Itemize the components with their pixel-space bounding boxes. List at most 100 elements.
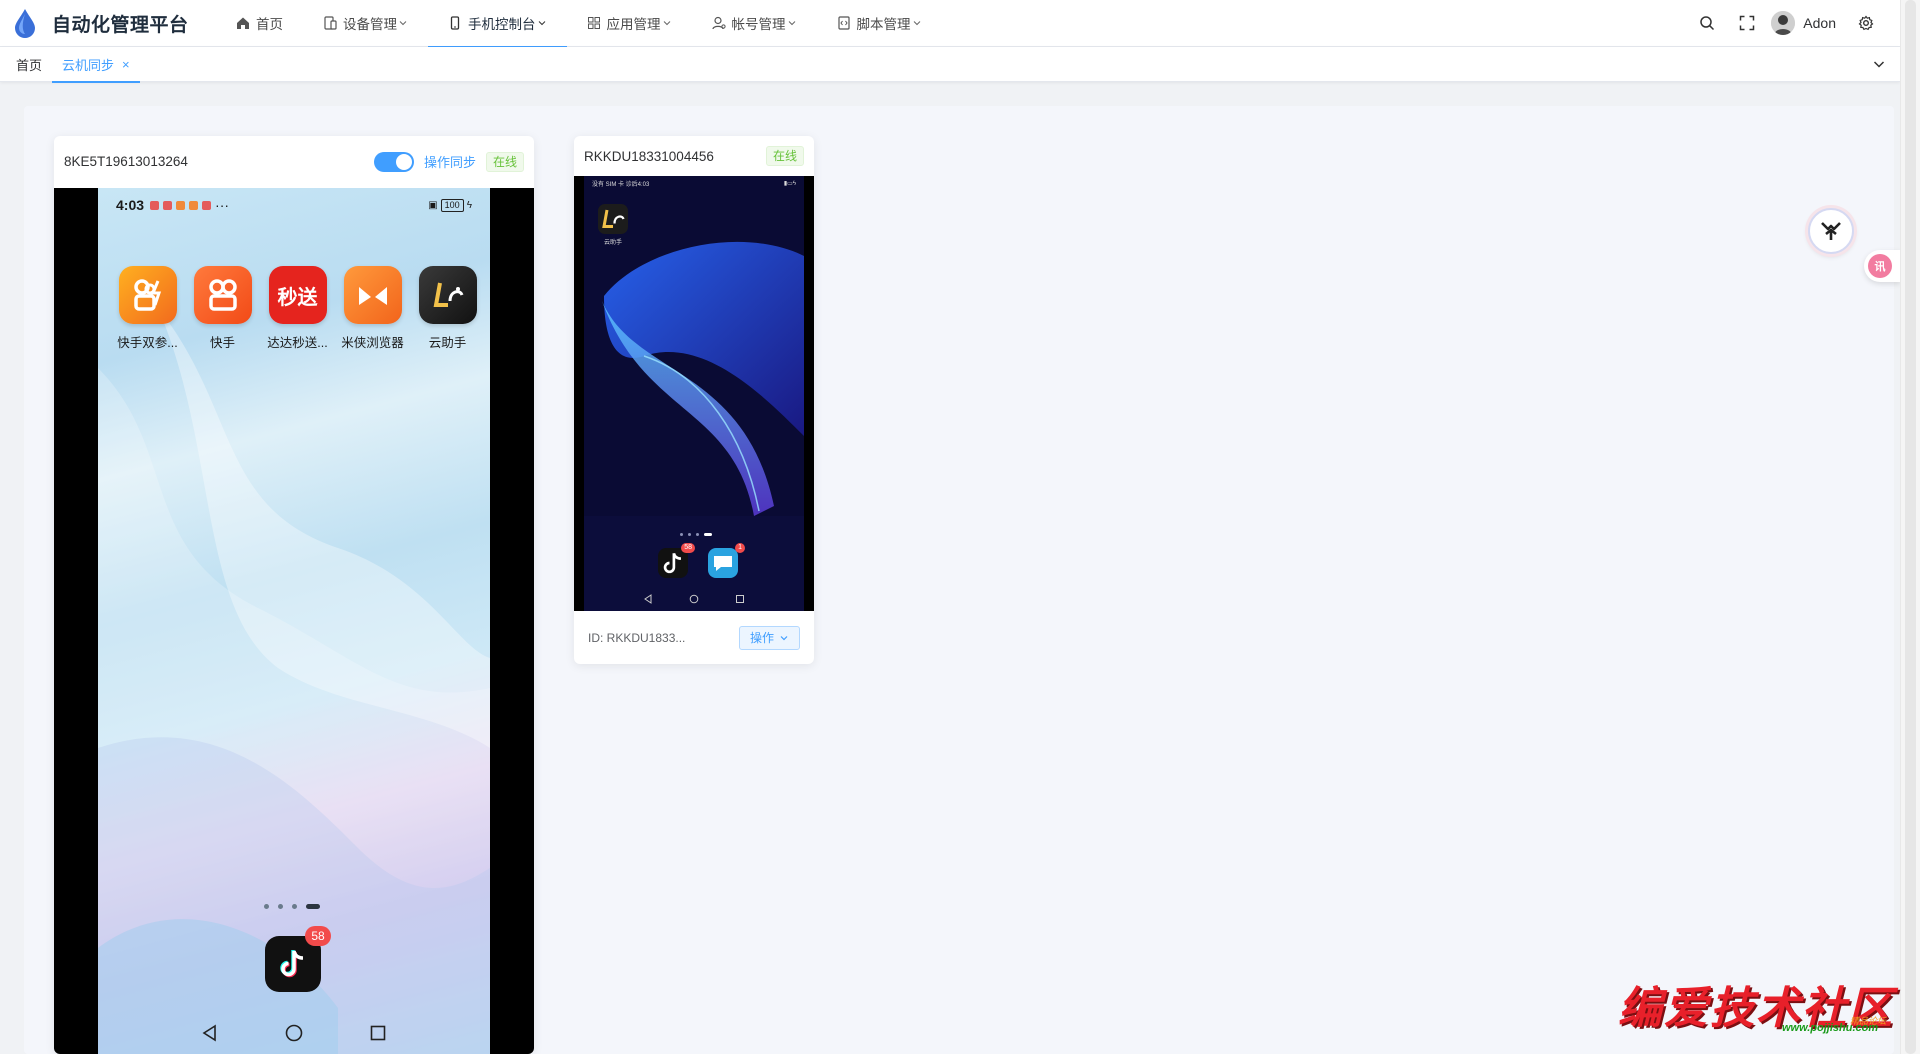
chevron-down-icon [780,635,788,640]
recents-icon[interactable] [735,594,745,604]
page-indicator [680,533,717,536]
nav-app-management[interactable]: 应用管理 [567,0,692,47]
page-dot [278,904,283,909]
app-messages[interactable]: 1 [708,543,745,578]
phone-wallpaper[interactable]: 没有 SIM 卡 诊后4:03 ▮▭ϟ 云助手 58 1 [584,176,804,611]
battery-level: 100 [440,198,464,212]
home-circle-icon[interactable] [689,594,699,604]
header-tools: Adon [1687,0,1900,47]
nav-phone-console-label: 手机控制台 [468,17,536,32]
phone-nav-keys [584,591,804,607]
sync-toggle[interactable] [373,151,414,172]
nav-device-management[interactable]: 设备管理 [303,0,428,47]
app-kuaishou[interactable]: 快手 [185,266,260,351]
recents-icon[interactable] [368,1023,388,1043]
charging-icon: ϟ [466,199,472,211]
status-badge: 在线 [765,146,804,166]
message-icon [714,556,732,571]
logo-icon [15,9,35,38]
notification-badge: 58 [681,543,695,553]
floating-translate-button[interactable]: 讯 [1864,250,1900,282]
back-icon[interactable] [643,594,653,604]
brand[interactable]: 自动化管理平台 [0,0,210,47]
home-circle-icon[interactable] [284,1023,304,1043]
nav-app-label: 应用管理 [606,17,661,32]
yun-assistant-icon [418,266,477,324]
battery-indicator: ▮▭ϟ [783,180,796,187]
page-dot-active [306,904,320,909]
app-tiktok[interactable]: 58 [265,926,331,992]
chevron-down-icon [399,21,407,26]
page-dot [264,904,269,909]
settings-button[interactable] [1846,0,1886,47]
translate-icon: 讯 [1868,254,1892,278]
notification-icon [163,200,173,210]
device-id: RKKDU18331004456 [584,148,714,164]
scrollbar-thumb[interactable] [1905,0,1916,1054]
page-scrollbar[interactable] [1900,0,1920,1054]
notification-icon [189,200,199,210]
page-dot [680,533,683,536]
chevron-down-icon [663,21,670,26]
main-nav: 首页 设备管理 手机控制台 应用管理 帐号管理 脚本管理 [216,0,942,48]
dada-icon-glyph: 秒送 [277,286,318,309]
device-card-primary: 8KE5T19613013264 操作同步 在线 4:03 ··· ▣ 100 … [54,136,534,1054]
device-footer-id: ID: RKKDU1833... [588,630,686,645]
tag-cloud-sync[interactable]: 云机同步 × [52,47,140,83]
fullscreen-button[interactable] [1727,0,1767,47]
phone-icon [450,16,460,30]
app-kuaishou-lite[interactable]: 快手双参... [110,266,185,351]
yun-assistant-icon [598,204,628,234]
home-icon [237,17,249,29]
kuaishou-lite-icon [118,266,177,324]
app-label: 米侠浏览器 [341,336,404,350]
device-screen-primary[interactable]: 4:03 ··· ▣ 100 ϟ 快手双参... 快手 秒送 达达秒送... 米… [54,188,534,1054]
nav-device-label: 设备管理 [343,17,397,32]
fullscreen-icon [1740,15,1755,31]
device-screen-secondary[interactable]: 没有 SIM 卡 诊后4:03 ▮▭ϟ 云助手 58 1 [574,176,814,611]
device-card-header: 8KE5T19613013264 操作同步 在线 [54,136,534,187]
phone-time: 4:03 [116,197,145,213]
notification-badge: 58 [305,926,331,946]
nav-account-management[interactable]: 帐号管理 [692,0,817,47]
phone-nav-keys [98,1016,490,1050]
user-menu[interactable]: Adon [1771,11,1836,35]
operate-dropdown-button[interactable]: 操作 [738,625,800,650]
nav-home[interactable]: 首页 [216,0,303,47]
mixia-browser-icon [343,266,402,324]
search-button[interactable] [1687,0,1727,47]
user-name: Adon [1803,15,1836,31]
phone-wallpaper[interactable]: 4:03 ··· ▣ 100 ϟ 快手双参... 快手 秒送 达达秒送... 米… [98,188,490,1054]
nav-phone-console[interactable]: 手机控制台 [428,0,567,48]
notification-badge: 1 [735,543,745,553]
chevron-down-icon[interactable] [1872,57,1886,71]
close-icon[interactable]: × [122,58,130,71]
home-apps: 快手双参... 快手 秒送 达达秒送... 米侠浏览器 云助手 [110,266,485,351]
phone-status-bar: 没有 SIM 卡 诊后4:03 ▮▭ϟ [584,176,804,190]
app-yun-assistant[interactable]: 云助手 [598,204,628,246]
nav-account-label: 帐号管理 [731,17,786,32]
page-dot [696,533,699,536]
nav-home-label: 首页 [256,17,283,32]
floating-assistant-button[interactable] [1808,208,1854,254]
kuaishou-icon [193,266,252,324]
nfc-icon: ▣ [428,199,438,211]
search-icon [1700,16,1715,31]
app-mixia-browser[interactable]: 米侠浏览器 [335,266,410,351]
page-dot [292,904,297,909]
tag-home[interactable]: 首页 [6,47,52,82]
user-icon [711,16,726,30]
avatar [1771,11,1796,35]
gear-icon [1858,15,1874,31]
app-yun-assistant[interactable]: 云助手 [410,266,485,351]
app-tiktok[interactable]: 58 [658,543,695,578]
device-card-header: RKKDU18331004456 在线 [574,136,814,176]
app-dada[interactable]: 秒送 达达秒送... [260,266,335,351]
operate-label: 操作 [749,631,774,645]
nav-script-management[interactable]: 脚本管理 [817,0,942,47]
app-title: 自动化管理平台 [52,14,189,36]
chevron-down-icon [913,21,920,26]
back-icon[interactable] [200,1023,220,1043]
more-notifications-icon: ··· [215,197,230,213]
app-label: 快手双参... [117,336,178,350]
